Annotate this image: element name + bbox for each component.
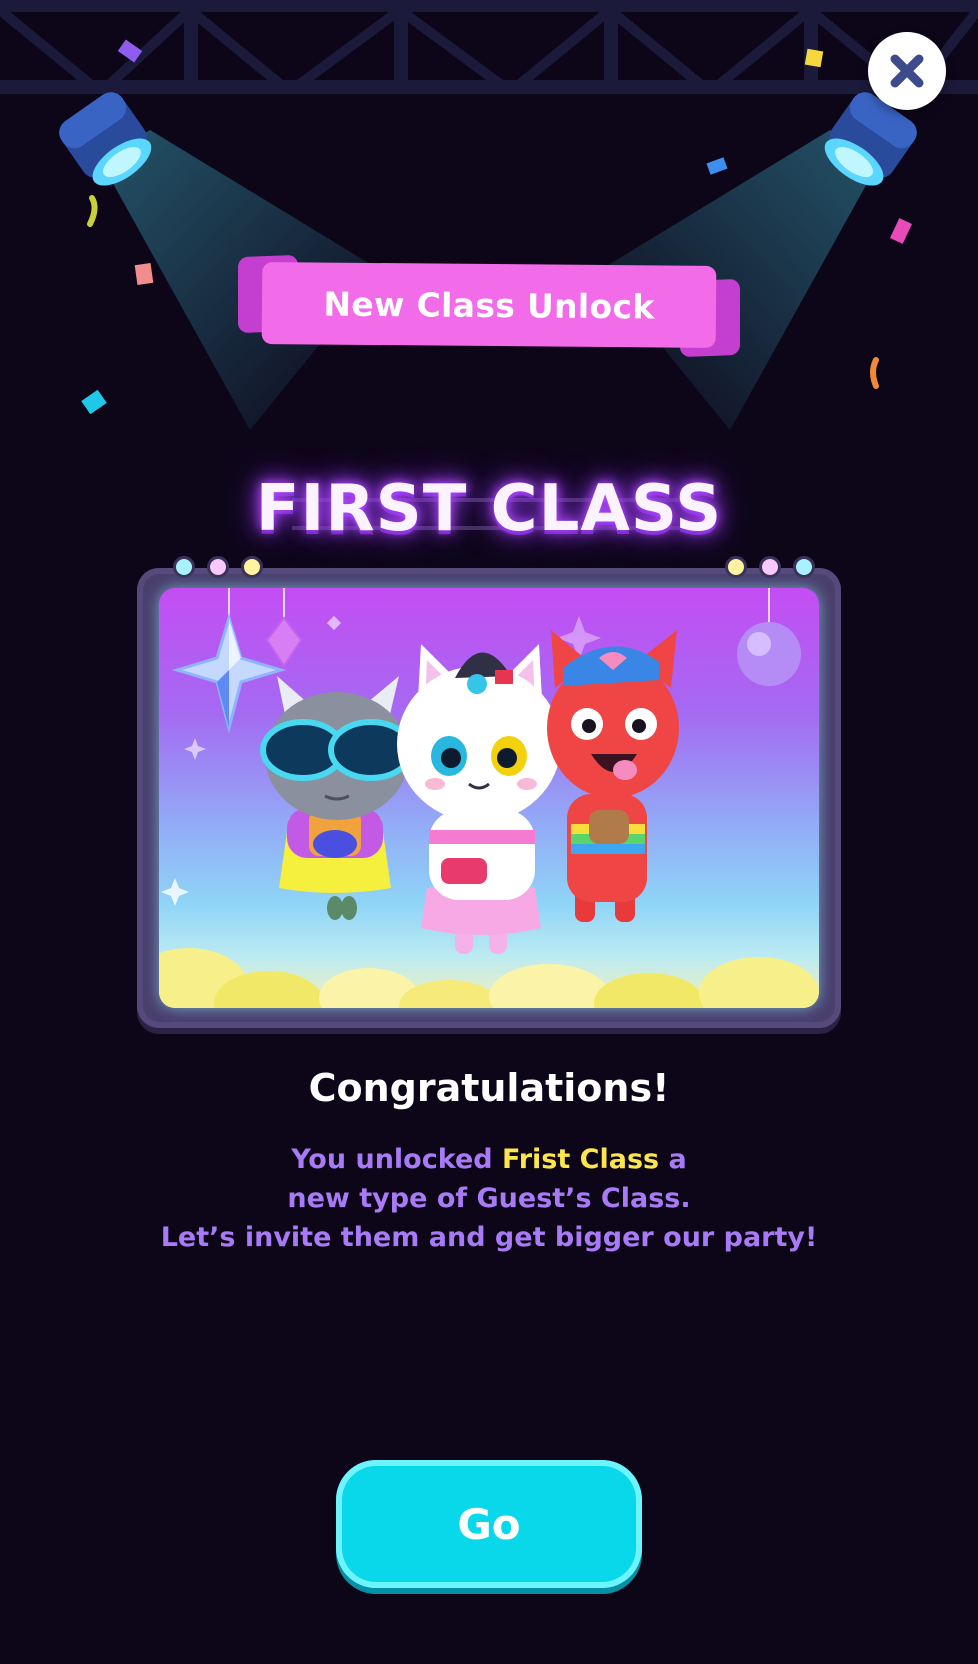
message-line-3: Let’s invite them and get bigger our par… [160,1222,818,1253]
class-preview-screen [159,588,819,1008]
message-line-2: new type of Guest’s Class. [287,1183,691,1214]
grey-cat-character [260,676,414,920]
white-cat-character [397,644,561,954]
class-unlock-popup: New Class Unlock FIRST CLASS Congratulat… [0,0,978,1664]
message-class-name: Frist Class [502,1144,660,1175]
guest-characters-illustration [159,588,819,1008]
frame-bulb [725,556,747,578]
banner-ribbon: New Class Unlock [238,254,740,358]
close-button[interactable] [868,32,946,110]
message-line-1: You unlocked Frist Class a [0,1140,978,1179]
message-prefix: You unlocked [291,1144,503,1175]
star-ornament [171,588,287,734]
congrats-heading: Congratulations! [308,1066,670,1110]
frame-bulb [759,556,781,578]
go-button[interactable]: Go [336,1460,642,1588]
frame-bulb [241,556,263,578]
red-cat-character [547,630,679,922]
unlock-message: You unlocked Frist Class a new type of G… [0,1140,978,1257]
banner-label: New Class Unlock [261,262,717,348]
close-icon [890,54,924,88]
frame-bulb [793,556,815,578]
class-title: FIRST CLASS [255,472,723,546]
frame-bulb [207,556,229,578]
frame-bulb [173,556,195,578]
floor-balls [159,948,819,1008]
message-suffix: a [659,1144,687,1175]
